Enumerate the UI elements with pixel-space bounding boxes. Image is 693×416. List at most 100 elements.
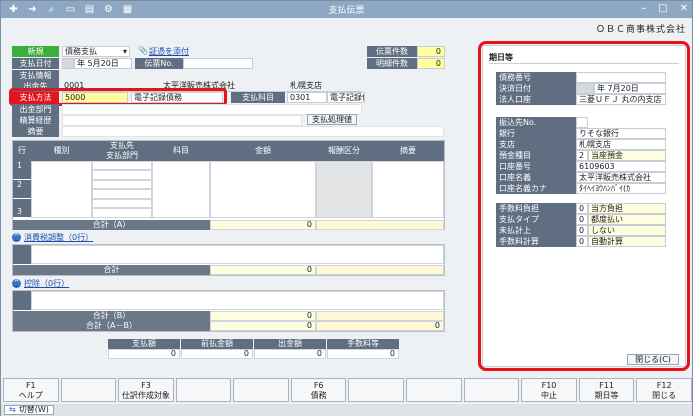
status-bar: ⇆ 切替(W) (1, 404, 692, 416)
slip-no-field[interactable] (183, 58, 253, 69)
grid-cell-type[interactable] (31, 161, 92, 218)
grid-cell[interactable] (92, 208, 152, 218)
f2-button[interactable] (60, 378, 117, 402)
fkey-number: F3 (141, 381, 151, 390)
tax-grid-row[interactable] (31, 245, 444, 264)
folder-icon[interactable]: ▦ (121, 4, 134, 15)
grid-cell-reward[interactable] (316, 161, 372, 218)
title-bar: ✚ ➜ ⌕ ▭ ▤ ⚙ ▦ 支払伝票 – □ ✕ (1, 1, 692, 18)
account-label: 支払科目 (231, 92, 285, 103)
total-b-value: 0 (210, 311, 316, 321)
f6-debt-button[interactable]: F6 債務 (290, 378, 347, 402)
chevron-down-icon: ▾ (122, 47, 127, 56)
total-a-label: 合計（A） (13, 220, 210, 230)
grid-cell-amount[interactable] (210, 161, 316, 218)
grid-cell[interactable] (92, 170, 152, 180)
fkey-label: 中止 (540, 391, 557, 400)
f10-cancel-button[interactable]: F10 中止 (521, 378, 577, 402)
f1-help-button[interactable]: F1 ヘルプ (3, 378, 59, 402)
slip-type-select[interactable]: 債務支払 ▾ (62, 46, 130, 57)
account-name: 電子記録債 (327, 92, 365, 103)
maximize-icon[interactable]: □ (658, 3, 667, 14)
f3-journal-target-button[interactable]: F3 仕訳作成対象 (118, 378, 174, 402)
grid-header-payee: 支払先 (92, 141, 152, 151)
deduction-section-toggle[interactable]: ^ 控除（0行） (12, 278, 69, 289)
f5-button[interactable] (233, 378, 289, 402)
f8-button[interactable] (406, 378, 462, 402)
pay-date-era[interactable] (62, 58, 74, 69)
evidence-link[interactable]: 証憑を添付 (149, 46, 189, 57)
f4-button[interactable] (175, 378, 232, 402)
total-ab-value-2: 0 (316, 321, 444, 331)
new-icon[interactable]: ✚ (7, 4, 20, 15)
close-icon[interactable]: ✕ (680, 3, 688, 14)
highlight-panel (478, 41, 690, 371)
minimize-icon[interactable]: – (641, 3, 646, 14)
deduction-section-label: 控除（0行） (24, 279, 70, 288)
detail-count-value: 0 (417, 58, 445, 69)
grid-cell-account[interactable] (152, 161, 210, 218)
grid-header-reward: 報酬区分 (316, 141, 372, 161)
process-button[interactable]: 支払処理値 (307, 114, 357, 125)
grid-cell[interactable] (92, 161, 152, 170)
collapse-icon: ^ (12, 279, 21, 288)
summary-value-fee: 0 (327, 349, 399, 359)
memo-label: 摘要 (12, 126, 59, 137)
fkey-number: F1 (25, 381, 36, 390)
collapse-icon: ^ (12, 233, 21, 242)
fkey-number: F10 (541, 381, 557, 390)
account-code-field[interactable]: 0301 (287, 92, 327, 103)
grid-row-number: 1 (13, 161, 31, 179)
save-icon[interactable]: ▭ (64, 4, 77, 15)
new-badge: 新規 (12, 46, 59, 57)
total-ab-value: 0 (210, 321, 316, 331)
total-a-blank (316, 220, 444, 230)
slip-count-label: 伝票件数 (367, 46, 417, 57)
total-a-value: 0 (210, 220, 316, 230)
fkey-label: ヘルプ (18, 391, 43, 400)
total-b-label: 合計（B） (13, 311, 210, 321)
f7-button[interactable] (348, 378, 405, 402)
print-icon[interactable]: ▤ (83, 4, 96, 15)
switch-button[interactable]: ⇆ 切替(W) (4, 405, 54, 415)
pay-info-label: 支払情報 (12, 70, 59, 81)
f12-close-button[interactable]: F12 閉じる (636, 378, 692, 402)
tax-section-toggle[interactable]: ^ 消費税調整（0行） (12, 232, 93, 243)
company-name: ＯＢＣ商事株式会社 (595, 25, 686, 35)
summary-value-prepay: 0 (181, 349, 253, 359)
attach-icon: 📎 (138, 46, 148, 55)
settings-icon[interactable]: ⚙ (102, 4, 115, 15)
arrow-icon[interactable]: ➜ (26, 4, 39, 15)
f11-due-date-button[interactable]: F11 期日等 (578, 378, 635, 402)
pay-date-field[interactable]: 年 5月20日 (74, 58, 132, 69)
fkey-number: F11 (599, 381, 614, 390)
search-icon[interactable]: ⌕ (45, 4, 58, 15)
fkey-label: 債務 (310, 391, 327, 400)
grid-header-amount: 金額 (210, 141, 316, 161)
deduction-grid-row[interactable] (31, 291, 444, 310)
fkey-label: 閉じる (652, 391, 677, 400)
total-ab-label: 合計（A－B） (13, 321, 210, 331)
grid-header-row: 行 (13, 141, 31, 161)
toolbar-icons: ✚ ➜ ⌕ ▭ ▤ ⚙ ▦ (1, 4, 134, 15)
grid-cell-memo[interactable] (372, 161, 444, 218)
grid-row-number: 2 (13, 180, 31, 198)
detail-count-label: 明細件数 (367, 58, 417, 69)
summary-header-outflow: 出金額 (254, 339, 326, 349)
switch-icon: ⇆ (9, 405, 16, 414)
dept-label: 出金部門 (12, 104, 59, 115)
grid-cell[interactable] (92, 189, 152, 199)
f9-button[interactable] (463, 378, 520, 402)
summary-header-prepay: 前払金額 (181, 339, 253, 349)
memo-field[interactable] (62, 126, 444, 137)
grid-row-number: 3 (13, 199, 31, 217)
grid-header-account: 科目 (152, 141, 210, 161)
tax-grid-rowhead (13, 245, 31, 264)
grid-cell[interactable] (92, 180, 152, 189)
approval-field[interactable] (62, 115, 302, 126)
total-b-blank (316, 311, 444, 321)
fkey-number: F12 (656, 381, 672, 390)
grid-cell[interactable] (92, 199, 152, 208)
switch-label: 切替(W) (18, 405, 49, 414)
fkey-label: 期日等 (594, 391, 619, 400)
